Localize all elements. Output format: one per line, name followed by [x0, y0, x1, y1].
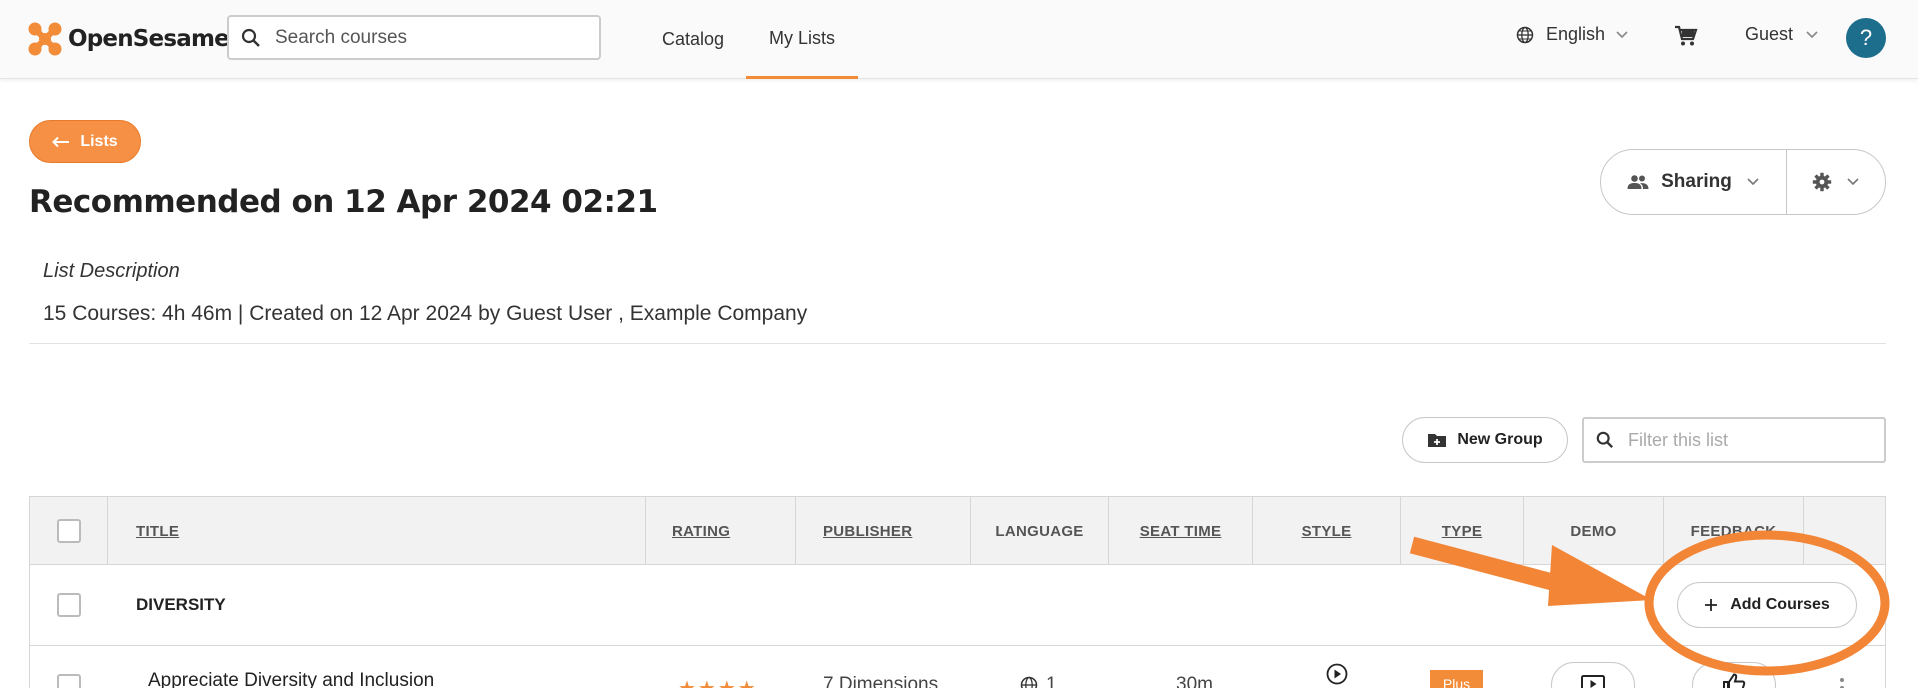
- section-divider: [29, 343, 1886, 344]
- column-feedback: FEEDBACK: [1664, 497, 1804, 565]
- column-rating[interactable]: RATING: [646, 497, 796, 565]
- sharing-button[interactable]: Sharing: [1601, 150, 1787, 214]
- add-courses-label: Add Courses: [1730, 596, 1830, 613]
- filter-input[interactable]: [1628, 429, 1868, 451]
- course-title[interactable]: Appreciate Diversity and Inclusion: [148, 670, 434, 688]
- globe-icon: [1020, 676, 1038, 688]
- column-language-label: LANGUAGE: [995, 522, 1084, 540]
- column-seat-time[interactable]: SEAT TIME: [1109, 497, 1253, 565]
- row-select-checkbox[interactable]: [57, 674, 81, 688]
- table-header: TITLE RATING PUBLISHER LANGUAGE SEAT TIM…: [30, 497, 1885, 565]
- column-type-label: TYPE: [1441, 522, 1483, 540]
- column-demo-label: DEMO: [1570, 522, 1617, 540]
- header-select-cell: [30, 497, 108, 565]
- column-style[interactable]: STYLE: [1253, 497, 1401, 565]
- list-settings-button[interactable]: [1787, 150, 1885, 214]
- user-name: Guest: [1745, 24, 1794, 44]
- course-list-table: TITLE RATING PUBLISHER LANGUAGE SEAT TIM…: [29, 496, 1886, 688]
- new-group-button[interactable]: New Group: [1402, 417, 1568, 463]
- search-icon: [1596, 431, 1614, 449]
- column-publisher[interactable]: PUBLISHER: [796, 497, 971, 565]
- new-group-label: New Group: [1457, 431, 1543, 448]
- thumbs-up-icon: [1723, 673, 1746, 688]
- group-row: DIVERSITY Add Courses: [30, 565, 1885, 646]
- chevron-down-icon: [1616, 30, 1628, 38]
- course-type-badge: Plus: [1430, 670, 1483, 688]
- sharing-label: Sharing: [1661, 171, 1732, 192]
- feedback-button[interactable]: [1692, 662, 1776, 688]
- people-icon: [1627, 175, 1649, 189]
- demo-button[interactable]: [1551, 662, 1635, 688]
- play-screen-icon: [1581, 675, 1605, 688]
- opensesame-logo-icon: [28, 22, 62, 56]
- folder-add-icon: [1428, 434, 1447, 447]
- logo-text: OpenSesame: [68, 26, 230, 52]
- help-button[interactable]: ?: [1846, 18, 1886, 58]
- column-feedback-label: FEEDBACK: [1690, 522, 1777, 540]
- chevron-down-icon: [1806, 30, 1818, 38]
- add-courses-button[interactable]: Add Courses: [1677, 582, 1857, 628]
- plus-icon: [1705, 599, 1718, 611]
- chevron-down-icon: [1847, 178, 1859, 186]
- top-header: OpenSesame Catalog My Lists English: [0, 0, 1918, 79]
- search-icon: [241, 28, 260, 47]
- course-publisher: 7 Dimensions: [823, 674, 939, 688]
- column-title-label: TITLE: [136, 522, 180, 540]
- list-meta-summary: 15 Courses: 4h 46m | Created on 12 Apr 2…: [43, 302, 808, 325]
- course-search[interactable]: [227, 15, 601, 60]
- column-demo: DEMO: [1524, 497, 1664, 565]
- nav-catalog[interactable]: Catalog: [662, 0, 724, 79]
- column-seat-time-label: SEAT TIME: [1139, 522, 1222, 540]
- chevron-down-icon: [1747, 178, 1759, 186]
- rating-stars: ★★★★: [678, 676, 758, 688]
- search-input[interactable]: [275, 26, 575, 49]
- group-name: DIVERSITY: [136, 595, 226, 614]
- course-languages: 1: [1020, 674, 1057, 688]
- filter-list[interactable]: [1582, 417, 1886, 463]
- video-play-icon: [1326, 663, 1348, 685]
- nav-my-lists[interactable]: My Lists: [746, 0, 858, 79]
- arrow-left-icon: [52, 136, 70, 147]
- shopping-cart-icon: [1675, 25, 1698, 46]
- column-publisher-label: PUBLISHER: [823, 522, 913, 540]
- course-seat-time: 30m: [1176, 674, 1213, 688]
- more-vertical-icon[interactable]: [1838, 676, 1846, 688]
- back-to-lists-button[interactable]: Lists: [29, 120, 141, 163]
- column-type[interactable]: TYPE: [1401, 497, 1524, 565]
- back-button-label: Lists: [80, 132, 118, 150]
- table-row[interactable]: Appreciate Diversity and Inclusion ★★★★ …: [30, 646, 1885, 688]
- page-title: Recommended on 12 Apr 2024 02:21: [29, 184, 658, 220]
- gear-icon: [1812, 172, 1832, 192]
- cart-button[interactable]: [1674, 25, 1698, 52]
- group-select-checkbox[interactable]: [57, 593, 81, 617]
- list-description-label: List Description: [43, 260, 180, 282]
- column-actions: [1804, 497, 1885, 565]
- column-style-label: STYLE: [1301, 522, 1352, 540]
- logo[interactable]: OpenSesame: [28, 20, 230, 58]
- globe-icon: [1516, 26, 1534, 43]
- select-all-checkbox[interactable]: [56, 519, 81, 543]
- column-language: LANGUAGE: [971, 497, 1109, 565]
- language-label: English: [1546, 24, 1606, 44]
- column-rating-label: RATING: [672, 522, 731, 540]
- language-count: 1: [1046, 674, 1057, 688]
- user-menu[interactable]: Guest: [1745, 24, 1819, 45]
- language-selector[interactable]: English: [1516, 24, 1629, 45]
- sharing-settings-group: Sharing: [1600, 149, 1886, 215]
- column-title[interactable]: TITLE: [108, 497, 646, 565]
